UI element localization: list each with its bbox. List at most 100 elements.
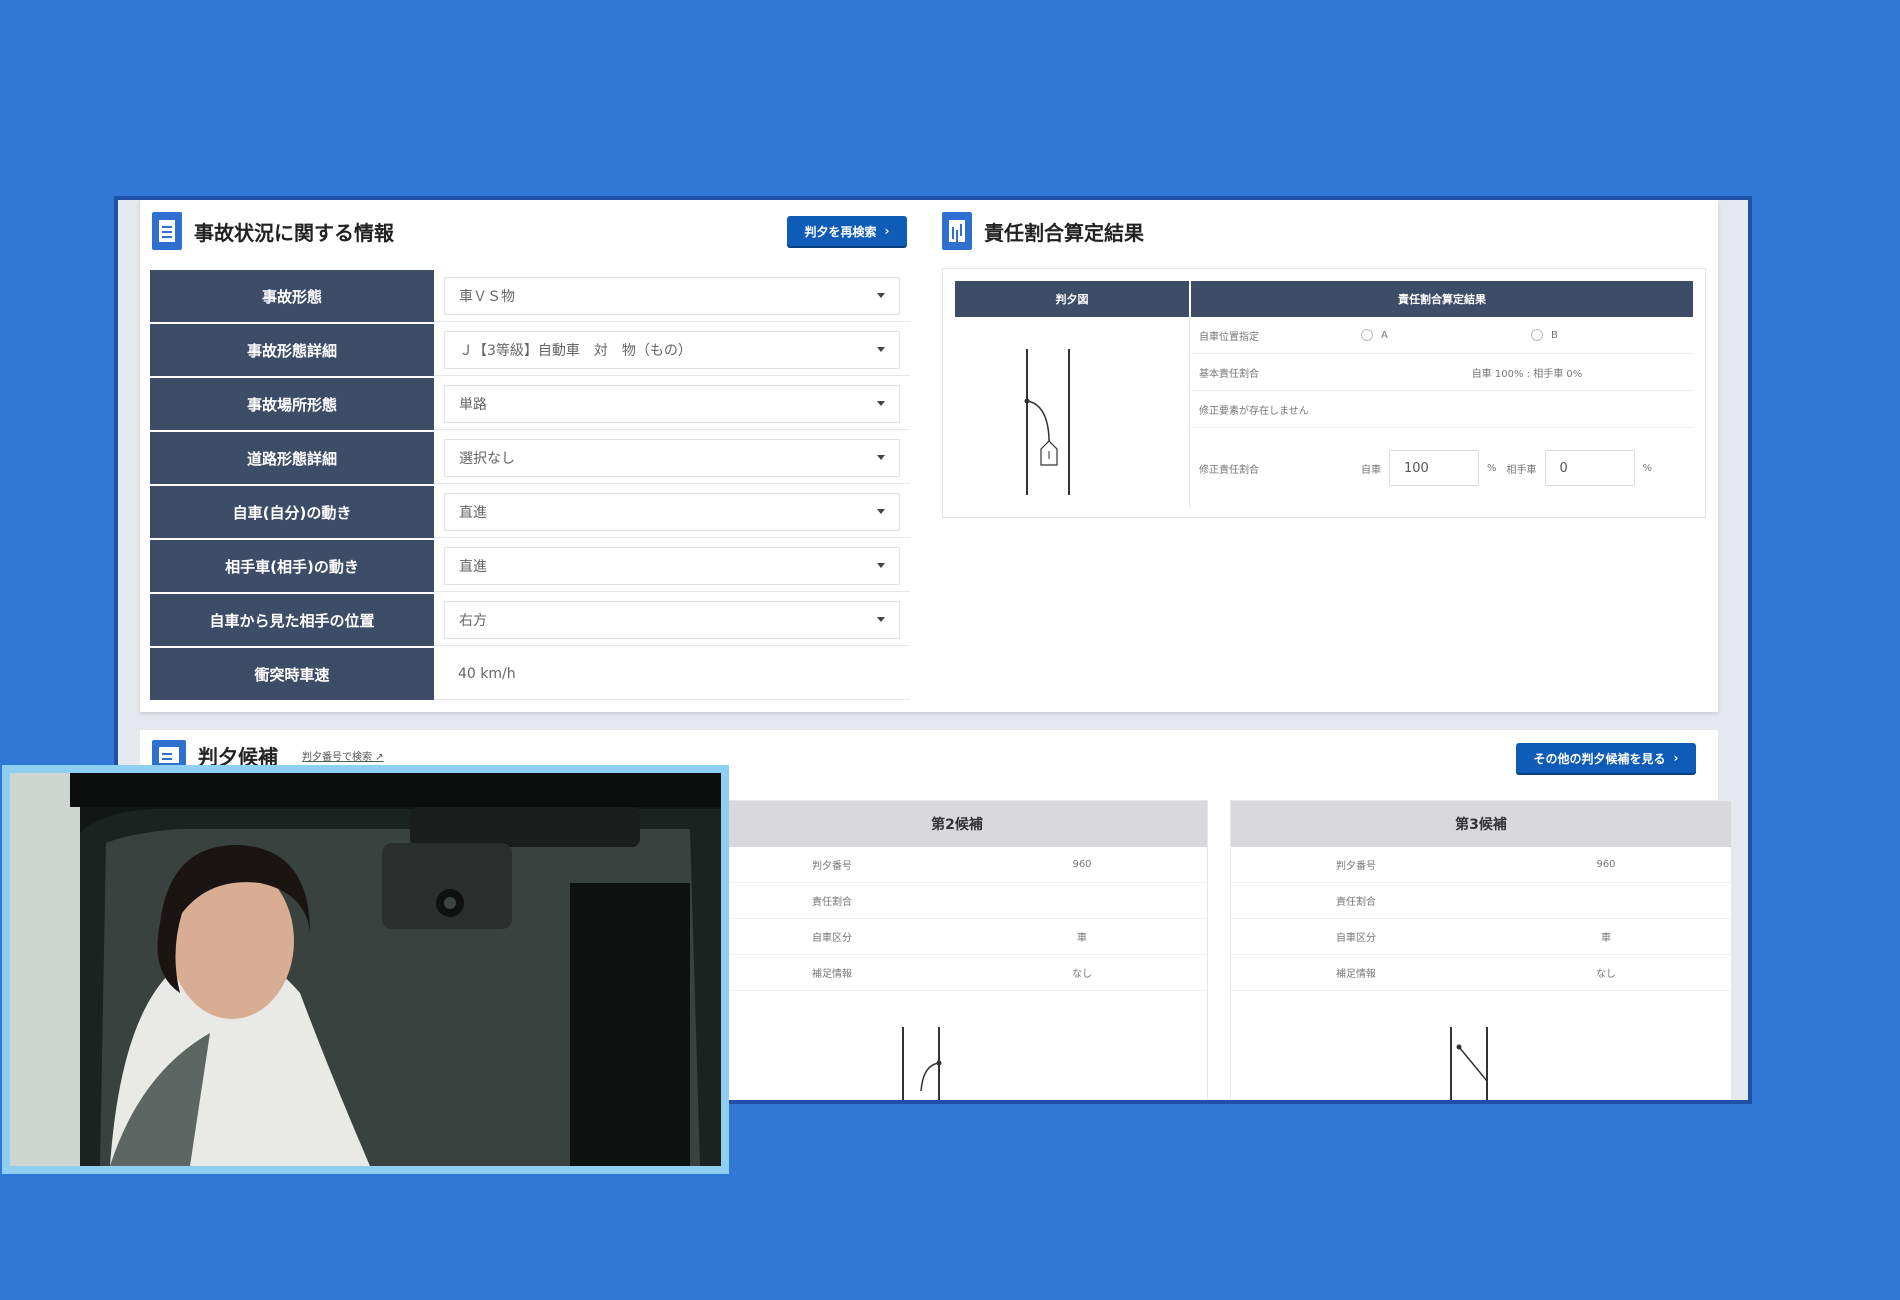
candidate-heading: 第2候補: [707, 801, 1207, 847]
research-button-label: 判夕を再検索: [804, 224, 877, 239]
base-ratio-value: 自車 100% : 相手車 0%: [1471, 368, 1583, 380]
accident-info-header: 事故状況に関する情報: [152, 212, 394, 250]
liability-header: 責任割合算定結果: [942, 212, 1144, 250]
other-prefix: 相手車: [1506, 464, 1537, 476]
candidate-row: 補足情報 なし: [707, 955, 1207, 991]
candidate-key: 補足情報: [812, 969, 852, 980]
caret-down-icon: [877, 617, 885, 622]
caret-down-icon: [877, 509, 885, 514]
candidate-diagram-icon: [1450, 1027, 1488, 1100]
form-label: 事故場所形態: [150, 378, 434, 430]
other-candidates-label: その他の判夕候補を見る: [1533, 751, 1666, 766]
candidate-value: なし: [1596, 969, 1616, 980]
form-label: 道路形態詳細: [150, 432, 434, 484]
accident-type-select[interactable]: 車ＶＳ物: [444, 276, 900, 315]
collision-speed-value: 40 km/h: [458, 665, 516, 682]
option-b-label: B: [1551, 329, 1558, 341]
form-row: 事故形態 車ＶＳ物: [150, 270, 910, 322]
radio-circle-icon: [1531, 329, 1543, 341]
accident-diagram: [955, 317, 1190, 507]
form-label: 衝突時車速: [150, 648, 434, 700]
select-value: 直進: [459, 558, 487, 575]
candidate-key: 自車区分: [1336, 933, 1376, 944]
location-type-select[interactable]: 単路: [444, 384, 900, 423]
candidate-row: 自車区分 車: [707, 919, 1207, 955]
own-ratio-value: 100: [1404, 460, 1429, 476]
candidate-key: 自車区分: [812, 933, 852, 944]
candidate-value: 960: [1072, 859, 1092, 870]
relative-position-select[interactable]: 右方: [444, 600, 900, 639]
form-label: 自車(自分)の動き: [150, 486, 434, 538]
other-ratio-value: 0: [1559, 460, 1568, 476]
chart-icon: [942, 212, 972, 250]
select-value: 右方: [459, 612, 487, 629]
form-label: 自車から見た相手の位置: [150, 594, 434, 646]
form-row: 道路形態詳細 選択なし: [150, 432, 910, 484]
result-row: 修正責任割合 自車 100 % 相手車 0 %: [1191, 428, 1693, 508]
candidate-value: なし: [1072, 969, 1092, 980]
select-value: Ｊ【3等級】自動車 対 物（もの）: [459, 342, 692, 359]
select-value: 単路: [459, 396, 487, 413]
liability-result-box: 判夕図 責任割合算定結果 自車位置指定 A B 基本責任割合 自車 100%:…: [942, 268, 1706, 518]
research-button[interactable]: 判夕を再検索 ›: [787, 216, 907, 246]
external-link-icon: ↗: [375, 751, 384, 763]
caret-down-icon: [877, 347, 885, 352]
form-row: 事故形態詳細 Ｊ【3等級】自動車 対 物（もの）: [150, 324, 910, 376]
result-row: 自車位置指定 A B: [1191, 317, 1693, 354]
percent-sign: %: [1642, 462, 1653, 474]
form-row: 自車から見た相手の位置 右方: [150, 594, 910, 646]
caret-down-icon: [877, 401, 885, 406]
caret-down-icon: [877, 455, 885, 460]
road-detail-select[interactable]: 選択なし: [444, 438, 900, 477]
document-icon: [152, 212, 182, 250]
candidate-key: 責任割合: [812, 897, 852, 908]
candidate-card-2[interactable]: 第2候補 判夕番号 960 責任割合 自車区分 車 補足情報 なし: [706, 800, 1208, 1100]
result-row: 基本責任割合 自車 100% : 相手車 0%: [1191, 354, 1693, 391]
option-a-label: A: [1381, 329, 1388, 341]
diagram-column-header: 判夕図: [955, 281, 1191, 317]
corrected-ratio-label: 修正責任割合: [1199, 464, 1259, 476]
result-rows: 自車位置指定 A B 基本責任割合 自車 100% : 相手車 0% 修正要素が…: [1191, 317, 1693, 508]
candidate-row: 責任割合: [707, 883, 1207, 919]
candidate-value: 960: [1596, 859, 1616, 870]
accident-info-title: 事故状況に関する情報: [194, 220, 394, 245]
search-by-number-link[interactable]: 判夕番号で検索 ↗: [302, 748, 384, 763]
video-overlay: [2, 765, 729, 1174]
caret-down-icon: [877, 293, 885, 298]
candidate-key: 判夕番号: [812, 861, 852, 872]
form-row: 事故場所形態 単路: [150, 378, 910, 430]
own-ratio-input[interactable]: 100: [1389, 450, 1479, 486]
driver-video-image: [10, 773, 721, 1166]
result-row: 修正要素が存在しません: [1191, 391, 1693, 428]
option-a-radio[interactable]: A: [1361, 329, 1531, 341]
accident-detail-select[interactable]: Ｊ【3等級】自動車 対 物（もの）: [444, 330, 900, 369]
candidate-value: 車: [1601, 933, 1611, 944]
other-ratio-input[interactable]: 0: [1544, 450, 1635, 486]
percent-sign: %: [1487, 462, 1497, 474]
candidate-row: 補足情報 なし: [1231, 955, 1731, 991]
own-movement-select[interactable]: 直進: [444, 492, 900, 531]
form-label: 事故形態詳細: [150, 324, 434, 376]
candidate-card-3[interactable]: 第3候補 判夕番号 960 責任割合 自車区分 車 補足情報 なし: [1230, 800, 1732, 1100]
candidate-diagram-icon: [902, 1027, 942, 1100]
candidate-row: 判夕番号 960: [707, 847, 1207, 883]
form-row: 自車(自分)の動き 直進: [150, 486, 910, 538]
own-prefix: 自車: [1361, 464, 1381, 476]
liability-title: 責任割合算定結果: [984, 220, 1144, 245]
form-label: 事故形態: [150, 270, 434, 322]
other-movement-select[interactable]: 直進: [444, 546, 900, 585]
candidate-row: 責任割合: [1231, 883, 1731, 919]
candidate-heading: 第3候補: [1231, 801, 1731, 847]
select-value: 車ＶＳ物: [459, 288, 515, 305]
result-column-header: 責任割合算定結果: [1191, 281, 1693, 317]
other-candidates-button[interactable]: その他の判夕候補を見る ›: [1516, 743, 1696, 773]
search-link-label: 判夕番号で検索: [302, 751, 372, 763]
radio-circle-icon: [1361, 329, 1373, 341]
video-frame: [10, 773, 721, 1166]
form-row: 衝突時車速 40 km/h: [150, 648, 910, 700]
road-diagram-icon: [1024, 349, 1070, 495]
option-b-radio[interactable]: B: [1531, 329, 1558, 341]
form-label: 相手車(相手)の動き: [150, 540, 434, 592]
accident-panel: 事故状況に関する情報 判夕を再検索 › 事故形態 車ＶＳ物 事故形態詳細 Ｊ【3…: [140, 200, 1718, 712]
chevron-right-icon: ›: [1673, 751, 1679, 765]
